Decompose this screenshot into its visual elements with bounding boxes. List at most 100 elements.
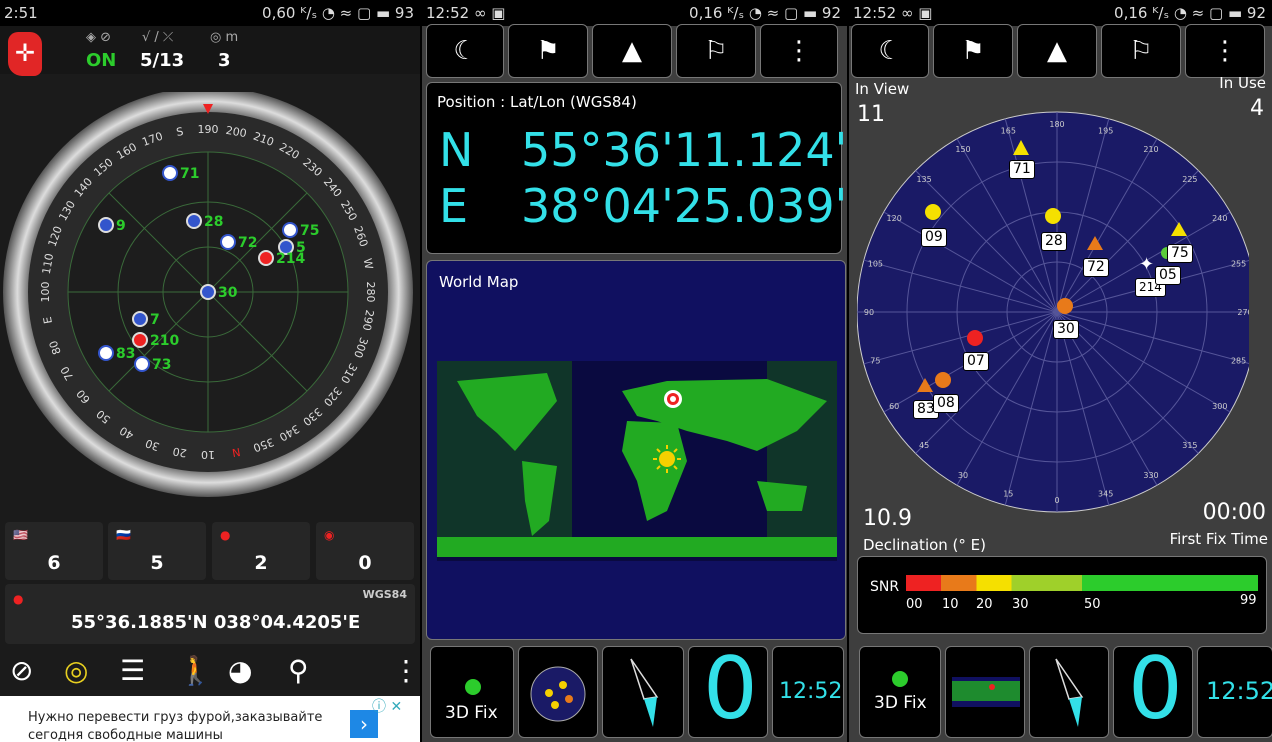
sky-degree-label: 285 xyxy=(1231,357,1246,366)
fix-status-button[interactable]: 3D Fix xyxy=(430,646,514,738)
speed-value: 0 xyxy=(703,639,758,739)
snr-tick: 20 xyxy=(976,597,993,612)
app-logo-icon[interactable]: ✛ xyxy=(8,32,42,76)
flag-button[interactable]: ⚐ xyxy=(676,24,756,78)
sats-label: √ / ⤫ xyxy=(142,30,174,45)
sky-sat-label: 28 xyxy=(1041,232,1067,251)
satellite-id-label: 75 xyxy=(300,223,319,239)
gps-status-panel: 2:51 0,60 ᴷ/ₛ ◔ ≈ ▢ ▬ 93 ✛ ◈ ⊘ ON √ / ⤫ … xyxy=(0,0,420,742)
sky-sat-label: 72 xyxy=(1083,258,1109,277)
coordinates-bar[interactable]: ● WGS84 55°36.1885'N 038°04.4205'E xyxy=(5,584,415,644)
sky-degree-label: 300 xyxy=(1212,402,1227,411)
clock-value: 12:52 xyxy=(779,679,843,704)
sky-degree-label: 60 xyxy=(889,402,899,411)
satellite-id-label: 30 xyxy=(218,285,238,301)
position-label: Position : Lat/Lon (WGS84) xyxy=(437,93,637,111)
flag-button[interactable]: ⚐ xyxy=(1101,24,1181,78)
declination-label: Declination (° E) xyxy=(863,536,987,554)
cn-flag-icon: ● xyxy=(220,528,231,542)
sky-view-button[interactable] xyxy=(518,646,598,738)
sky-degree-label: 75 xyxy=(870,357,880,366)
sky-degree-label: 180 xyxy=(1049,120,1064,129)
more-button[interactable]: ⋮ xyxy=(760,24,838,78)
satellite-id-label: 71 xyxy=(180,166,199,182)
compass-icon[interactable]: ⊘ xyxy=(10,654,33,687)
sky-degree-label: 315 xyxy=(1182,441,1197,450)
compass-tick-label: 20 xyxy=(172,444,188,459)
ad-text-2: сегодня свободные машины xyxy=(28,728,223,742)
latitude-value: 55°36'11.124" xyxy=(521,123,847,177)
night-mode-button[interactable]: ☾ xyxy=(851,24,929,78)
compass-button[interactable] xyxy=(602,646,684,738)
satellite-id-label: 83 xyxy=(116,346,135,362)
satellite-us-icon xyxy=(200,284,216,300)
snr-label: SNR xyxy=(870,579,900,595)
in-use-value: 4 xyxy=(1250,96,1264,121)
ad-banner[interactable]: Нужно перевести груз фурой,заказывайте с… xyxy=(0,696,420,742)
sky-sat-label: 71 xyxy=(1009,160,1035,179)
navigate-button[interactable]: ▲ xyxy=(1017,24,1097,78)
in-view-label: In View xyxy=(855,80,910,98)
more-button[interactable]: ⋮ xyxy=(1185,24,1265,78)
compass-tick-label: 10 xyxy=(201,448,215,461)
status-time: 2:51 xyxy=(4,4,38,22)
first-fix-value: 00:00 xyxy=(1202,500,1266,525)
beidou-count-box: ● 2 xyxy=(212,522,310,580)
status-bar: 12:52 ∞ ▣ 0,16 ᴷ/ₛ ◔ ≈ ▢ ▬ 92 xyxy=(422,0,847,26)
radar-icon[interactable]: ◎ xyxy=(64,654,88,687)
fix-status-button[interactable]: 3D Fix xyxy=(859,646,941,738)
accuracy-value: 3 xyxy=(218,50,231,71)
compass-button[interactable] xyxy=(1029,646,1109,738)
bars-icon[interactable]: ☰ xyxy=(120,654,145,687)
gps-count-box: 🇺🇸 6 xyxy=(5,522,103,580)
walk-icon[interactable]: 🚶 xyxy=(178,654,213,687)
waypoint-button[interactable]: ⚑ xyxy=(508,24,588,78)
compass-tick-label: 280 xyxy=(364,282,377,303)
snr-legend: SNR 00 10 20 30 50 99 xyxy=(857,556,1267,634)
sky-sat-label: 05 xyxy=(1155,266,1181,285)
sky-degree-label: 0 xyxy=(1054,496,1059,505)
svg-text:✦: ✦ xyxy=(1139,254,1154,275)
world-map-label: World Map xyxy=(439,273,519,291)
snr-tick: 30 xyxy=(1012,597,1029,612)
longitude-value: 38°04'25.039" xyxy=(521,179,847,233)
snr-tick: 00 xyxy=(906,597,923,612)
sky-degree-label: 45 xyxy=(919,441,929,450)
count-value: 6 xyxy=(47,552,61,574)
position-panel: 12:52 ∞ ▣ 0,16 ᴷ/ₛ ◔ ≈ ▢ ▬ 92 ☾ ⚑ ▲ ⚐ ⋮ … xyxy=(420,0,847,742)
sky-sat-label: 08 xyxy=(933,394,959,413)
sky-degree-label: 195 xyxy=(1098,126,1113,135)
sky-degree-label: 105 xyxy=(868,259,883,268)
navigate-button[interactable]: ▲ xyxy=(592,24,672,78)
status-time: 12:52 ∞ ▣ xyxy=(426,4,506,22)
more-icon[interactable]: ⋮ xyxy=(392,654,420,687)
fix-label: 3D Fix xyxy=(874,693,927,713)
world-map-box[interactable]: World Map xyxy=(426,260,846,640)
waypoint-button[interactable]: ⚑ xyxy=(933,24,1013,78)
speed-display: 0 xyxy=(688,639,768,739)
snr-tick: 10 xyxy=(942,597,959,612)
other-flag-icon: ◉ xyxy=(324,528,335,542)
world-map-button[interactable] xyxy=(945,646,1025,738)
sky-degree-label: 135 xyxy=(916,175,931,184)
satellite-cn-icon xyxy=(132,332,148,348)
other-count-box: ◉ 0 xyxy=(316,522,414,580)
sky-degree-label: 120 xyxy=(887,214,902,223)
satellite-us-icon xyxy=(186,213,202,229)
globe-icon[interactable]: ◕ xyxy=(228,654,252,687)
position-box[interactable]: Position : Lat/Lon (WGS84) N 55°36'11.12… xyxy=(426,82,847,254)
compass-tick-label: 100 xyxy=(39,282,52,303)
sky-degree-label: 90 xyxy=(864,308,874,317)
satellite-cn-icon xyxy=(258,250,274,266)
clock-display: 12:52 xyxy=(772,646,844,738)
ad-text: Нужно перевести груз фурой,заказывайте xyxy=(28,710,323,725)
pin-icon[interactable]: ⚲ xyxy=(288,654,309,687)
sky-degree-label: 150 xyxy=(955,145,970,154)
satellite-id-label: 72 xyxy=(238,235,257,251)
ad-info-icon[interactable]: ⓘ ✕ xyxy=(372,696,402,716)
sky-view-panel: 12:52 ∞ ▣ 0,16 ᴷ/ₛ ◔ ≈ ▢ ▬ 92 ☾ ⚑ ▲ ⚐ ⋮ … xyxy=(847,0,1272,742)
status-icons: 0,60 ᴷ/ₛ ◔ ≈ ▢ ▬ 93 xyxy=(262,4,414,22)
satellite-ru-icon xyxy=(220,234,236,250)
night-mode-button[interactable]: ☾ xyxy=(426,24,504,78)
snr-tick: 99 xyxy=(1240,593,1257,608)
